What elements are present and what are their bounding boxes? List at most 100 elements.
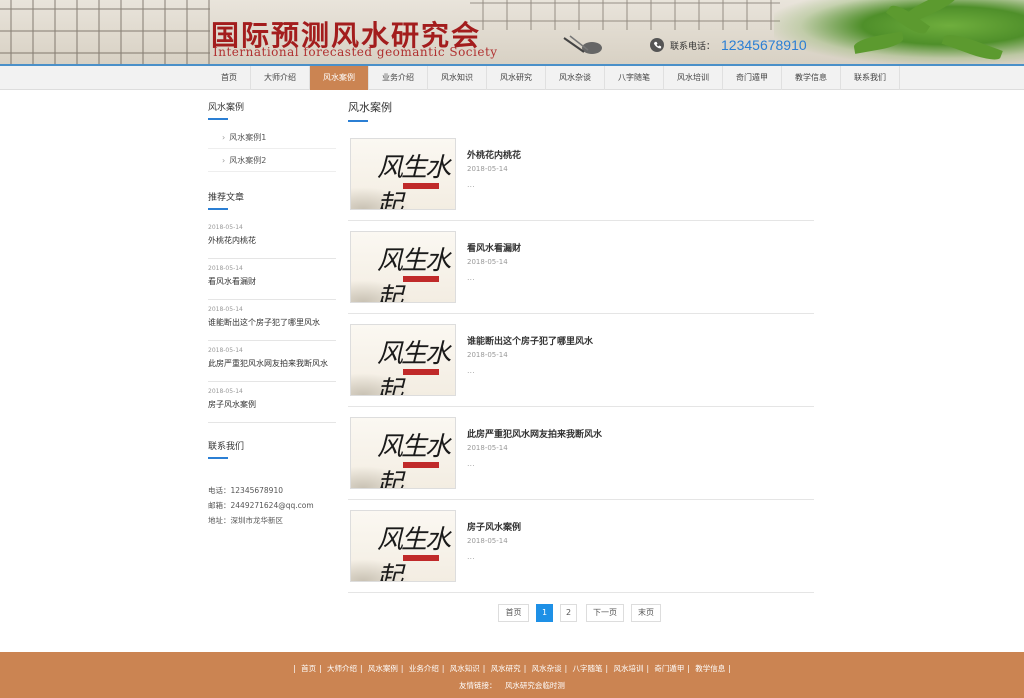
nav-item-talks[interactable]: 风水杂谈 xyxy=(546,66,605,90)
chevron-right-icon: › xyxy=(222,133,226,142)
article-thumbnail[interactable]: 风生水起 xyxy=(350,231,456,303)
article-title[interactable]: 此房严重犯风水网友拍来我断风水 xyxy=(467,427,602,440)
article-item: 风生水起 外桃花内桃花 2018-05-14 ... xyxy=(348,128,814,221)
friend-links: 友情链接： 风水研究会临时测 xyxy=(0,680,1024,691)
contact-title: 联系我们 xyxy=(208,439,336,459)
footer-link[interactable]: 业务介绍 xyxy=(409,664,439,673)
contact-phone: 电话：12345678910 xyxy=(208,486,283,495)
page-button-1[interactable]: 1 xyxy=(536,604,553,622)
footer-link[interactable]: 风水培训 xyxy=(613,664,643,673)
footer-link[interactable]: 风水案例 xyxy=(368,664,398,673)
article-date: 2018-05-14 xyxy=(467,537,508,545)
page-button-2[interactable]: 2 xyxy=(560,604,577,622)
footer-link[interactable]: 首页 xyxy=(301,664,316,673)
recommend-item[interactable]: 2018-05-14 外桃花内桃花 xyxy=(208,218,336,259)
article-excerpt: ... xyxy=(467,180,475,189)
recommend-date: 2018-05-14 xyxy=(208,306,243,313)
article-thumbnail[interactable]: 风生水起 xyxy=(350,510,456,582)
footer-link[interactable]: 风水研究 xyxy=(491,664,521,673)
category-list: › 风水案例1 › 风水案例2 xyxy=(208,126,336,172)
nav-item-contact[interactable]: 联系我们 xyxy=(841,66,900,90)
contact-address: 地址：深圳市龙华新区 xyxy=(208,516,283,525)
sidebar: 风水案例 › 风水案例1 › 风水案例2 推荐文章 2018-05-14 外桃花内桃… xyxy=(208,100,336,528)
article-date: 2018-05-14 xyxy=(467,351,508,359)
thumb-calligraphy: 风生水起 xyxy=(377,246,451,303)
page-title: 风水案例 xyxy=(348,100,814,122)
article-item: 风生水起 谁能断出这个房子犯了哪里风水 2018-05-14 ... xyxy=(348,314,814,407)
nav-item-home[interactable]: 首页 xyxy=(208,66,251,90)
main-nav: 首页 大师介绍 风水案例 业务介绍 风水知识 风水研究 风水杂谈 八字随笔 风水… xyxy=(0,64,1024,90)
nav-item-masters[interactable]: 大师介绍 xyxy=(251,66,310,90)
footer-link[interactable]: 教学信息 xyxy=(695,664,725,673)
article-excerpt: ... xyxy=(467,459,475,468)
first-page-button[interactable]: 首页 xyxy=(498,604,529,622)
last-page-button[interactable]: 末页 xyxy=(631,604,661,622)
thumb-calligraphy: 风生水起 xyxy=(377,153,451,210)
nav-item-business[interactable]: 业务介绍 xyxy=(369,66,428,90)
recommend-item[interactable]: 2018-05-14 此房严重犯风水网友拍来我断风水 xyxy=(208,341,336,382)
recommend-link[interactable]: 外桃花内桃花 xyxy=(208,235,336,246)
article-title[interactable]: 谁能断出这个房子犯了哪里风水 xyxy=(467,334,593,347)
article-title[interactable]: 房子风水案例 xyxy=(467,520,521,533)
category-label: 风水案例1 xyxy=(229,133,267,142)
footer-link[interactable]: 大师介绍 xyxy=(327,664,357,673)
article-date: 2018-05-14 xyxy=(467,258,508,266)
nav-item-qimen[interactable]: 奇门遁甲 xyxy=(723,66,782,90)
pagination: 首页 1 2 下一页 末页 xyxy=(498,604,661,622)
article-thumbnail[interactable]: 风生水起 xyxy=(350,417,456,489)
category-item[interactable]: › 风水案例1 xyxy=(208,126,336,149)
footer: | 首页 | 大师介绍 | 风水案例 | 业务介绍 | 风水知识 | 风水研究 | 风水杂谈… xyxy=(0,652,1024,698)
nav-item-research[interactable]: 风水研究 xyxy=(487,66,546,90)
article-date: 2018-05-14 xyxy=(467,165,508,173)
article-title[interactable]: 外桃花内桃花 xyxy=(467,148,521,161)
recommend-date: 2018-05-14 xyxy=(208,388,243,395)
next-page-button[interactable]: 下一页 xyxy=(586,604,624,622)
article-thumbnail[interactable]: 风生水起 xyxy=(350,138,456,210)
phone-icon xyxy=(650,38,664,52)
footer-link[interactable]: 风水知识 xyxy=(450,664,480,673)
recommend-link[interactable]: 此房严重犯风水网友拍来我断风水 xyxy=(208,358,336,369)
article-item: 风生水起 此房严重犯风水网友拍来我断风水 2018-05-14 ... xyxy=(348,407,814,500)
recommend-date: 2018-05-14 xyxy=(208,224,243,231)
recommend-item[interactable]: 2018-05-14 谁能断出这个房子犯了哪里风水 xyxy=(208,300,336,341)
phone-number: 12345678910 xyxy=(721,37,807,53)
article-title[interactable]: 看风水看漏财 xyxy=(467,241,521,254)
inkstone-icon xyxy=(563,35,602,54)
recommend-item[interactable]: 2018-05-14 房子风水案例 xyxy=(208,382,336,423)
lattice-decoration xyxy=(0,0,210,64)
recommend-item[interactable]: 2018-05-14 看风水看漏财 xyxy=(208,259,336,300)
category-item[interactable]: › 风水案例2 xyxy=(208,149,336,172)
recommend-link[interactable]: 房子风水案例 xyxy=(208,399,336,410)
nav-item-cases[interactable]: 风水案例 xyxy=(310,66,369,90)
header-banner: 国际预测风水研究会 International forecasted geoma… xyxy=(0,0,1024,64)
friend-link[interactable]: 风水研究会临时测 xyxy=(505,681,565,690)
nav-item-bazi[interactable]: 八字随笔 xyxy=(605,66,664,90)
category-title: 风水案例 xyxy=(208,100,336,120)
nav-item-teaching[interactable]: 教学信息 xyxy=(782,66,841,90)
recommend-list: 2018-05-14 外桃花内桃花 2018-05-14 看风水看漏财 2018… xyxy=(208,218,336,423)
nav-item-training[interactable]: 风水培训 xyxy=(664,66,723,90)
category-label: 风水案例2 xyxy=(229,156,267,165)
main-content: 风水案例 风生水起 外桃花内桃花 2018-05-14 ... 风生水起 看风水… xyxy=(348,100,814,593)
contact-info: 电话：12345678910 邮箱：2449271624@qq.com 地址：深… xyxy=(208,483,336,528)
footer-links: | 首页 | 大师介绍 | 风水案例 | 业务介绍 | 风水知识 | 风水研究 | 风水杂谈… xyxy=(293,664,731,673)
recommend-title: 推荐文章 xyxy=(208,190,336,210)
article-thumbnail[interactable]: 风生水起 xyxy=(350,324,456,396)
footer-link[interactable]: 奇门遁甲 xyxy=(654,664,684,673)
contact-email: 邮箱：2449271624@qq.com xyxy=(208,501,314,510)
nav-item-knowledge[interactable]: 风水知识 xyxy=(428,66,487,90)
recommend-link[interactable]: 谁能断出这个房子犯了哪里风水 xyxy=(208,317,336,328)
article-excerpt: ... xyxy=(467,366,475,375)
article-date: 2018-05-14 xyxy=(467,444,508,452)
thumb-calligraphy: 风生水起 xyxy=(377,339,451,396)
recommend-date: 2018-05-14 xyxy=(208,265,243,272)
article-excerpt: ... xyxy=(467,273,475,282)
nav-list: 首页 大师介绍 风水案例 业务介绍 风水知识 风水研究 风水杂谈 八字随笔 风水… xyxy=(208,66,900,90)
recommend-link[interactable]: 看风水看漏财 xyxy=(208,276,336,287)
chevron-right-icon: › xyxy=(222,156,226,165)
lattice-decoration xyxy=(470,0,780,30)
thumb-calligraphy: 风生水起 xyxy=(377,432,451,489)
friend-links-label: 友情链接： xyxy=(459,681,497,690)
footer-link[interactable]: 风水杂谈 xyxy=(532,664,562,673)
footer-link[interactable]: 八字随笔 xyxy=(573,664,603,673)
